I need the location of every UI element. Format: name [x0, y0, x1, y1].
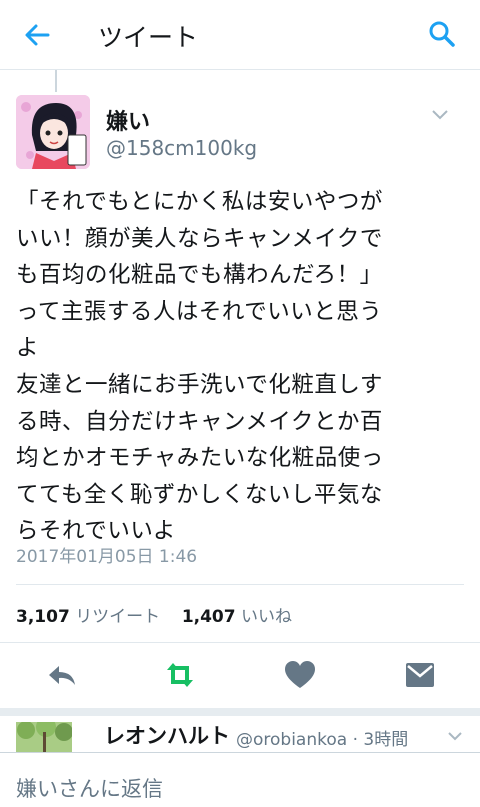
heart-icon[interactable]	[283, 660, 317, 690]
like-label[interactable]: いいね	[241, 607, 292, 627]
reply-input[interactable]: 嫌いさんに返信	[16, 773, 163, 803]
avatar[interactable]	[16, 95, 90, 169]
retweet-count[interactable]: 3,107	[16, 607, 70, 627]
reply-icon[interactable]	[45, 660, 79, 690]
thread-connector	[55, 70, 57, 92]
tweet-text: 「それでもとにかく私は安いやつが いい！顔が美人ならキャンメイクで も百均の化粧…	[16, 189, 384, 545]
message-icon[interactable]	[403, 660, 437, 690]
user-handle[interactable]: @158cm100kg	[106, 136, 257, 160]
section-divider	[0, 708, 480, 716]
reply-meta: @orobiankoa · 3時間	[236, 730, 409, 750]
avatar[interactable]	[16, 722, 72, 752]
reply-bar[interactable]: 嫌いさんに返信	[0, 752, 480, 807]
arrow-left-icon[interactable]	[22, 20, 52, 50]
tweet-stats: 3,107 リツイート 1,407 いいね	[16, 602, 292, 627]
divider	[0, 642, 480, 643]
search-icon[interactable]	[428, 20, 456, 48]
reply-display-name[interactable]: レオンハルト	[104, 720, 230, 750]
retweet-icon[interactable]	[163, 660, 197, 690]
chevron-down-icon[interactable]	[446, 730, 464, 742]
page-title: ツイート	[98, 23, 199, 52]
like-count[interactable]: 1,407	[182, 607, 236, 627]
top-bar: ツイート	[0, 0, 480, 70]
tweet-timestamp: 2017年01月05日 1:46	[16, 547, 198, 567]
divider	[16, 584, 464, 585]
chevron-down-icon[interactable]	[430, 108, 450, 122]
retweet-label[interactable]: リツイート	[75, 607, 160, 627]
display-name[interactable]: 嫌い	[106, 104, 150, 136]
